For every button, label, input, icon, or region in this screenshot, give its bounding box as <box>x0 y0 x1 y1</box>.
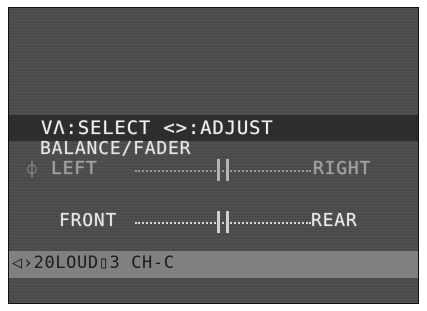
fader-rear-label: REAR <box>311 210 358 231</box>
navigation-hint: VΛ:SELECT <>:ADJUST <box>41 117 274 139</box>
balance-row[interactable]: ⌽ LEFT RIGHT <box>9 157 418 183</box>
menu-title: BALANCE/FADER <box>40 138 192 159</box>
fader-slider-thumb-icon[interactable] <box>217 211 229 233</box>
status-text: ◁›20LOUD▯3 CH-C <box>12 253 175 273</box>
balance-slider-thumb-icon[interactable] <box>217 159 229 181</box>
tv-screen: VΛ:SELECT <>:ADJUST BALANCE/FADER ⌽ LEFT… <box>8 7 419 304</box>
selection-cursor-icon: ⌽ <box>27 160 37 179</box>
fader-row[interactable]: FRONT REAR <box>9 209 418 235</box>
fader-front-label: FRONT <box>59 210 118 231</box>
balance-left-label: LEFT <box>51 158 98 179</box>
balance-right-label: RIGHT <box>313 158 372 179</box>
fader-cursor-icon <box>23 213 41 231</box>
